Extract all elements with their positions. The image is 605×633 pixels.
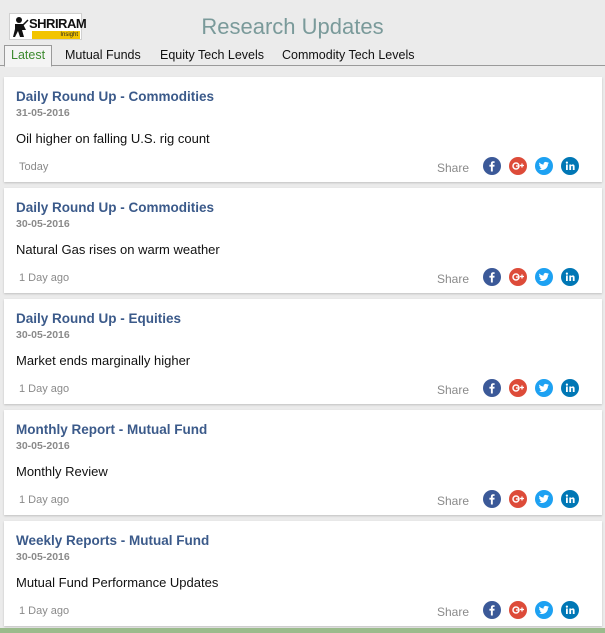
share-label: Share xyxy=(437,272,470,286)
feed-card: Monthly Report - Mutual Fund 30-05-2016 … xyxy=(4,410,602,515)
card-summary: Mutual Fund Performance Updates xyxy=(16,575,219,590)
card-date: 30-05-2016 xyxy=(16,551,70,563)
app-header: SHRIRAM Insight Research Updates Latest … xyxy=(0,0,605,70)
card-summary: Oil higher on falling U.S. rig count xyxy=(16,131,210,146)
card-summary: Natural Gas rises on warm weather xyxy=(16,242,220,257)
linkedin-icon[interactable] xyxy=(561,601,579,619)
tab-bar: Latest Mutual Funds Equity Tech Levels C… xyxy=(0,45,605,67)
card-age: Today xyxy=(19,161,49,173)
feed-card: Daily Round Up - Commodities 31-05-2016 … xyxy=(4,77,602,182)
share-label: Share xyxy=(437,161,470,175)
facebook-icon[interactable] xyxy=(483,601,501,619)
card-title-link[interactable]: Daily Round Up - Commodities xyxy=(16,89,214,104)
tab-mutual-funds[interactable]: Mutual Funds xyxy=(65,46,141,65)
card-summary: Monthly Review xyxy=(16,464,108,479)
card-age: 1 Day ago xyxy=(19,272,70,284)
card-title-link[interactable]: Daily Round Up - Equities xyxy=(16,311,181,326)
twitter-icon[interactable] xyxy=(535,268,553,286)
card-age: 1 Day ago xyxy=(19,383,70,395)
google-plus-icon[interactable] xyxy=(509,379,527,397)
linkedin-icon[interactable] xyxy=(561,157,579,175)
feed-card: Daily Round Up - Equities 30-05-2016 Mar… xyxy=(4,299,602,404)
linkedin-icon[interactable] xyxy=(561,490,579,508)
facebook-icon[interactable] xyxy=(483,490,501,508)
google-plus-icon[interactable] xyxy=(509,157,527,175)
bottom-accent-bar xyxy=(0,628,605,633)
facebook-icon[interactable] xyxy=(483,157,501,175)
facebook-icon[interactable] xyxy=(483,379,501,397)
card-date: 30-05-2016 xyxy=(16,218,70,230)
linkedin-icon[interactable] xyxy=(561,379,579,397)
tab-equity-tech-levels[interactable]: Equity Tech Levels xyxy=(160,46,264,65)
card-date: 31-05-2016 xyxy=(16,107,70,119)
card-title-link[interactable]: Weekly Reports - Mutual Fund xyxy=(16,533,209,548)
card-title-link[interactable]: Monthly Report - Mutual Fund xyxy=(16,422,207,437)
twitter-icon[interactable] xyxy=(535,157,553,175)
twitter-icon[interactable] xyxy=(535,379,553,397)
google-plus-icon[interactable] xyxy=(509,601,527,619)
card-age: 1 Day ago xyxy=(19,605,70,617)
google-plus-icon[interactable] xyxy=(509,268,527,286)
card-summary: Market ends marginally higher xyxy=(16,353,191,368)
share-label: Share xyxy=(437,383,470,397)
feed-card: Daily Round Up - Commodities 30-05-2016 … xyxy=(4,188,602,293)
twitter-icon[interactable] xyxy=(535,601,553,619)
page-title: Research Updates xyxy=(201,14,384,39)
twitter-icon[interactable] xyxy=(535,490,553,508)
share-label: Share xyxy=(437,605,470,619)
card-date: 30-05-2016 xyxy=(16,329,70,341)
tab-commodity-tech-levels[interactable]: Commodity Tech Levels xyxy=(282,46,414,65)
card-title-link[interactable]: Daily Round Up - Commodities xyxy=(16,200,214,215)
tab-latest[interactable]: Latest xyxy=(4,45,53,67)
feed-card: Weekly Reports - Mutual Fund 30-05-2016 … xyxy=(4,521,602,626)
card-date: 30-05-2016 xyxy=(16,440,70,452)
share-label: Share xyxy=(437,494,470,508)
card-age: 1 Day ago xyxy=(19,494,70,506)
facebook-icon[interactable] xyxy=(483,268,501,286)
google-plus-icon[interactable] xyxy=(509,490,527,508)
linkedin-icon[interactable] xyxy=(561,268,579,286)
